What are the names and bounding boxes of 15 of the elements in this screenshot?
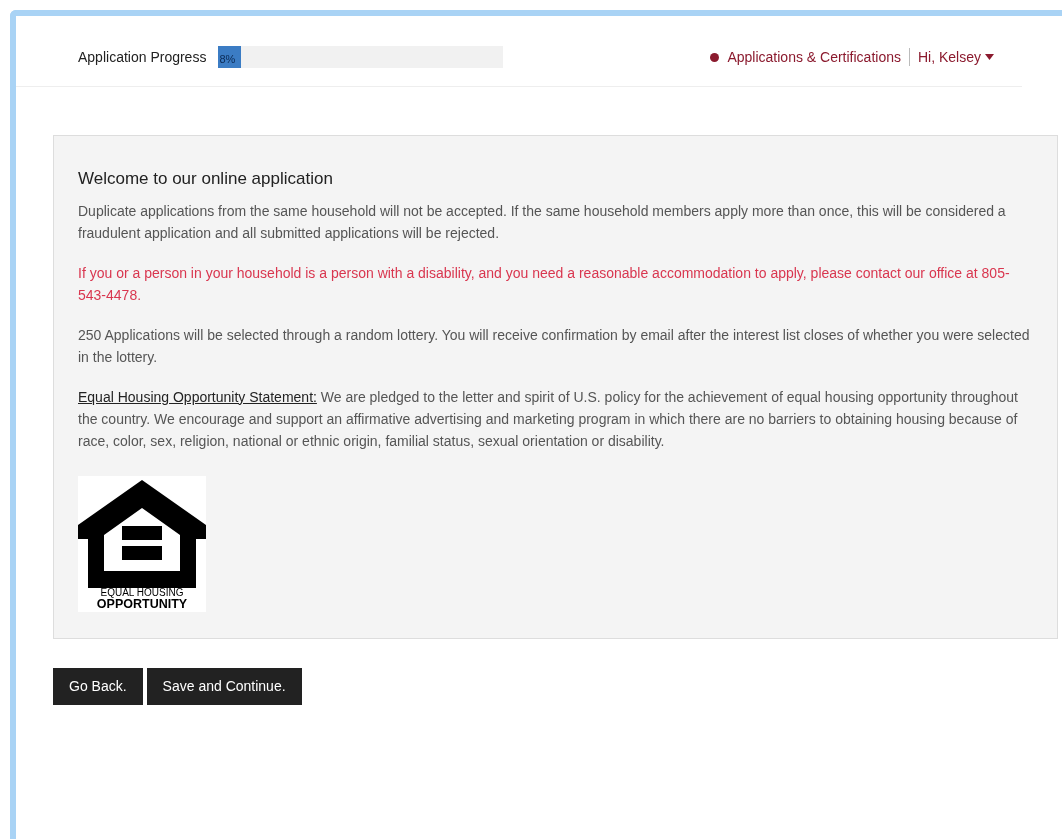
logo-caption: OPPORTUNITY xyxy=(96,597,188,610)
info-paragraph: 250 Applications will be selected through a random lottery. You will receive confirmation by email after the interest list closes of whether you were selected in the lottery. xyxy=(78,325,1031,367)
panel-title: Welcome to our online application xyxy=(78,168,334,190)
back-button[interactable]: Go Back. xyxy=(53,667,143,705)
house-icon xyxy=(78,479,206,588)
applications-link[interactable]: Applications & Certifications xyxy=(727,46,901,68)
logo-caption: EQUAL HOUSING xyxy=(100,587,184,598)
save-continue-button[interactable]: Save and Continue. xyxy=(146,667,302,705)
progress-label: Application Progress xyxy=(78,47,207,67)
statement-paragraph: Equal Housing Opportunity Statement: We are pledged to the letter and spirit of U.S. policy for the achievement of equal housing opportunity throughout the country. We encourage and support an affirmative advertising and marketing program in which there are no barriers to obtaining housing because of race, color, sex, religion, national or ethnic origin, familial status, sexual orientation or disability. xyxy=(78,387,1019,451)
caret-icon xyxy=(985,54,994,60)
progress-reading: 8% xyxy=(218,53,237,65)
info-paragraph: Duplicate applications from the same household will not be accepted. If the same household members apply more than once, this will be considered a fraudulent application and all submitted applications will be rejected. xyxy=(78,201,1007,243)
user-menu[interactable]: Hi, Kelsey xyxy=(917,46,994,68)
accommodation-notice: If you or a person in your household is a person with a disability, and you need a reasonable accommodation to apply, please contact our office at 805-543-4478. xyxy=(78,263,1011,305)
